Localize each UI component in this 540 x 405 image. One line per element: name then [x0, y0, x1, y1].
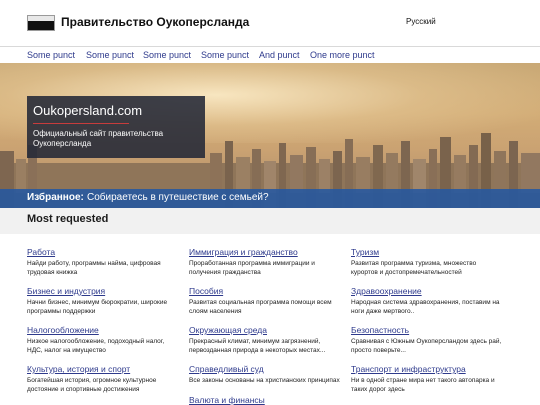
card-title-link[interactable]: Налогообложение	[27, 325, 179, 336]
main-nav: Some punct Some punct Some punct Some pu…	[0, 46, 540, 63]
card-title-link[interactable]: Бизнес и индустрия	[27, 286, 179, 297]
card-culture: Культура, история и спорт Богатейшая ист…	[27, 364, 179, 394]
flag-stripe-bottom	[28, 21, 54, 30]
site-title[interactable]: Правительство Оукоперсланда	[61, 15, 249, 29]
hero-banner: Oukopersland.com Официальный сайт правит…	[0, 63, 540, 208]
card-title-link[interactable]: Валюта и финансы	[189, 395, 341, 405]
card-description: Богатейшая история, огромное культурное …	[27, 377, 157, 393]
card-tourism: Туризм Развитая программа туризма, множе…	[351, 247, 503, 277]
favorites-link[interactable]: Собираетесь в путешествие с семьей?	[87, 192, 269, 203]
language-selector[interactable]: Русский	[406, 17, 436, 26]
card-work: Работа Найди работу, программы найма, ци…	[27, 247, 179, 277]
card-description: Сравнивая с Южным Оукоперсландом здесь р…	[351, 338, 502, 354]
card-immigration: Иммиграция и гражданство Проработанная п…	[189, 247, 341, 277]
card-description: Все законы основаны на христианских прин…	[189, 377, 340, 384]
card-title-link[interactable]: Культура, история и спорт	[27, 364, 179, 375]
card-transport: Транспорт и инфраструктура Ни в одной ст…	[351, 364, 503, 394]
card-title-link[interactable]: Окружающая среда	[189, 325, 341, 336]
card-security: Безопастность Сравнивая с Южным Оукоперс…	[351, 325, 503, 355]
card-title-link[interactable]: Туризм	[351, 247, 503, 258]
card-business: Бизнес и индустрия Начни бизнес, минимум…	[27, 286, 179, 316]
nav-item-6[interactable]: One more punct	[310, 50, 375, 60]
card-description: Начни бизнес, минимум бюрократии, широки…	[27, 299, 168, 315]
card-title-link[interactable]: Пособия	[189, 286, 341, 297]
card-title-link[interactable]: Работа	[27, 247, 179, 258]
favorites-label: Избранное:	[27, 192, 84, 203]
most-requested-title: Most requested	[27, 213, 109, 225]
most-requested-header: Most requested	[0, 208, 540, 234]
nav-item-2[interactable]: Some punct	[86, 50, 134, 60]
flag-icon[interactable]	[27, 15, 55, 31]
card-currency: Валюта и финансы	[189, 395, 341, 405]
card-title-link[interactable]: Здравоохранение	[351, 286, 503, 297]
intro-box: Oukopersland.com Официальный сайт правит…	[27, 96, 205, 158]
favorites-bar[interactable]: Избранное: Собираетесь в путешествие с с…	[0, 189, 540, 208]
card-description: Проработанная программа иммиграции и пол…	[189, 260, 315, 276]
card-description: Ни в одной стране мира нет такого автопа…	[351, 377, 495, 393]
hero-description: Официальный сайт правительства Оукоперсл…	[33, 129, 164, 148]
card-description: Народная система здравохранения, постави…	[351, 299, 500, 315]
card-description: Прекрасный климат, минимум загрязнений, …	[189, 338, 326, 354]
card-title-link[interactable]: Справедливый суд	[189, 364, 341, 375]
card-description: Развитая программа туризма, множество ку…	[351, 260, 477, 276]
nav-item-5[interactable]: And punct	[259, 50, 300, 60]
site-header: Правительство Оукоперсланда Русский	[0, 0, 540, 46]
card-benefits: Пособия Развитая социальная программа по…	[189, 286, 341, 316]
card-healthcare: Здравоохранение Народная система здравох…	[351, 286, 503, 316]
card-taxes: Налогообложение Низкое налогообложение, …	[27, 325, 179, 355]
nav-item-4[interactable]: Some punct	[201, 50, 249, 60]
card-title-link[interactable]: Безопастность	[351, 325, 503, 336]
card-description: Низкое налогообложение, подоходный налог…	[27, 338, 165, 354]
nav-item-1[interactable]: Some punct	[27, 50, 75, 60]
card-description: Развитая социальная программа помощи все…	[189, 299, 332, 315]
card-title-link[interactable]: Иммиграция и гражданство	[189, 247, 341, 258]
card-environment: Окружающая среда Прекрасный климат, мини…	[189, 325, 341, 355]
card-justice: Справедливый суд Все законы основаны на …	[189, 364, 341, 386]
nav-item-3[interactable]: Some punct	[143, 50, 191, 60]
accent-line	[33, 123, 129, 124]
card-description: Найди работу, программы найма, цифровая …	[27, 260, 161, 276]
card-title-link[interactable]: Транспорт и инфраструктура	[351, 364, 503, 375]
hero-title: Oukopersland.com	[33, 103, 143, 118]
